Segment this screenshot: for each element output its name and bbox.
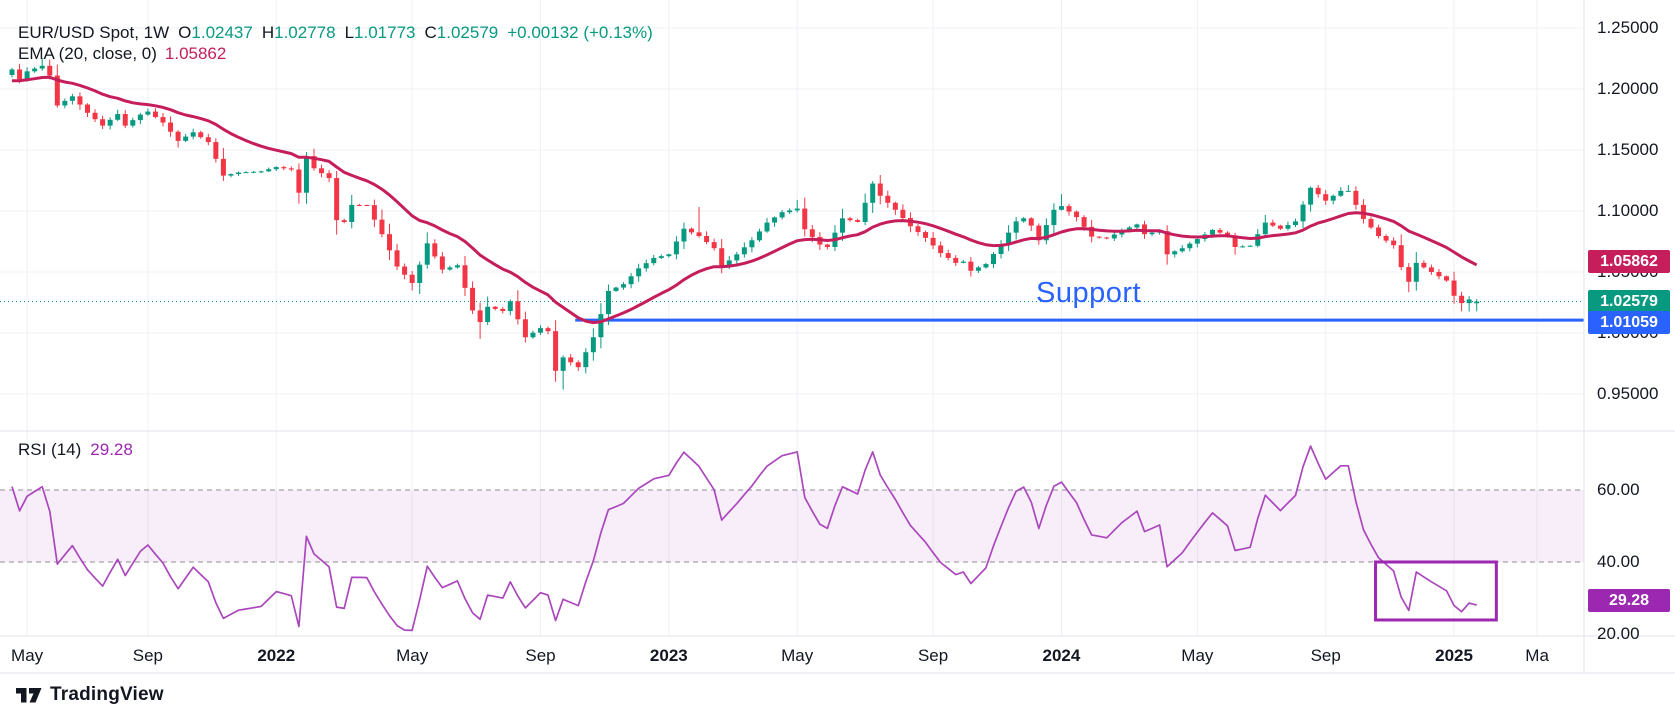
price-and-rsi-chart-canvas[interactable]	[0, 0, 1675, 718]
tradingview-logo-text: TradingView	[50, 684, 164, 706]
rsi-legend-label: RSI (14)	[18, 440, 81, 459]
ohlc-value: 1.02579	[437, 23, 498, 42]
ohlc-value: 1.02778	[274, 23, 335, 42]
time-axis-label: Sep	[133, 646, 163, 666]
price-axis-label: 0.95000	[1597, 384, 1658, 404]
time-axis-label: May	[11, 646, 43, 666]
symbol-legend[interactable]: EUR/USD Spot, 1W O1.02437 H1.02778 L1.01773…	[18, 23, 653, 43]
time-axis-label: Sep	[918, 646, 948, 666]
ohlc-key: H	[262, 23, 274, 42]
ema-legend-value: 1.05862	[165, 44, 226, 63]
tradingview-logo-icon	[16, 684, 42, 706]
time-axis-label: 2022	[257, 646, 295, 666]
last-price-badge: 1.02579	[1588, 290, 1670, 313]
ohlc-key: L	[345, 23, 354, 42]
support-annotation-label[interactable]: Support	[1036, 277, 1141, 310]
tradingview-chart-window: EUR/USD Spot, 1W O1.02437 H1.02778 L1.01773…	[0, 0, 1675, 718]
change-value: +0.00132 (+0.13%)	[507, 23, 653, 42]
ohlc-values: O1.02437 H1.02778 L1.01773 C1.02579 +0.00132…	[169, 23, 653, 42]
rsi-axis-label: 40.00	[1597, 552, 1640, 572]
symbol-title: EUR/USD Spot, 1W	[18, 23, 169, 42]
time-axis-label: 2025	[1435, 646, 1473, 666]
price-axis-label: 1.20000	[1597, 79, 1658, 99]
time-axis-label: 2023	[650, 646, 688, 666]
ohlc-value: 1.02437	[191, 23, 252, 42]
time-axis-label: May	[781, 646, 813, 666]
candles[interactable]	[10, 58, 1480, 390]
ema-legend-label: EMA (20, close, 0)	[18, 44, 157, 63]
price-axis-label: 1.15000	[1597, 140, 1658, 160]
time-axis-label: 2024	[1043, 646, 1081, 666]
ohlc-value: 1.01773	[354, 23, 415, 42]
time-axis-label: May	[396, 646, 428, 666]
time-axis-label: Sep	[525, 646, 555, 666]
ema-legend[interactable]: EMA (20, close, 0) 1.05862	[18, 44, 226, 64]
rsi-legend[interactable]: RSI (14) 29.28	[18, 440, 133, 460]
price-axis-label: 1.25000	[1597, 18, 1658, 38]
time-axis-label: Ma	[1525, 646, 1549, 666]
rsi-axis-label: 60.00	[1597, 480, 1640, 500]
rsi-axis-label: 20.00	[1597, 624, 1640, 644]
ohlc-key: O	[178, 23, 191, 42]
rsi-value-badge: 29.28	[1588, 589, 1670, 612]
rsi-legend-value: 29.28	[90, 440, 133, 459]
ohlc-key: C	[425, 23, 437, 42]
rsi-band	[0, 490, 1584, 562]
tradingview-watermark[interactable]: TradingView	[16, 684, 164, 706]
ema-line[interactable]	[12, 77, 1477, 322]
price-axis-label: 1.10000	[1597, 201, 1658, 221]
ema-value-badge: 1.05862	[1588, 250, 1670, 273]
support-price-badge: 1.01059	[1588, 311, 1670, 334]
time-axis-label: May	[1181, 646, 1213, 666]
time-axis-label: Sep	[1311, 646, 1341, 666]
